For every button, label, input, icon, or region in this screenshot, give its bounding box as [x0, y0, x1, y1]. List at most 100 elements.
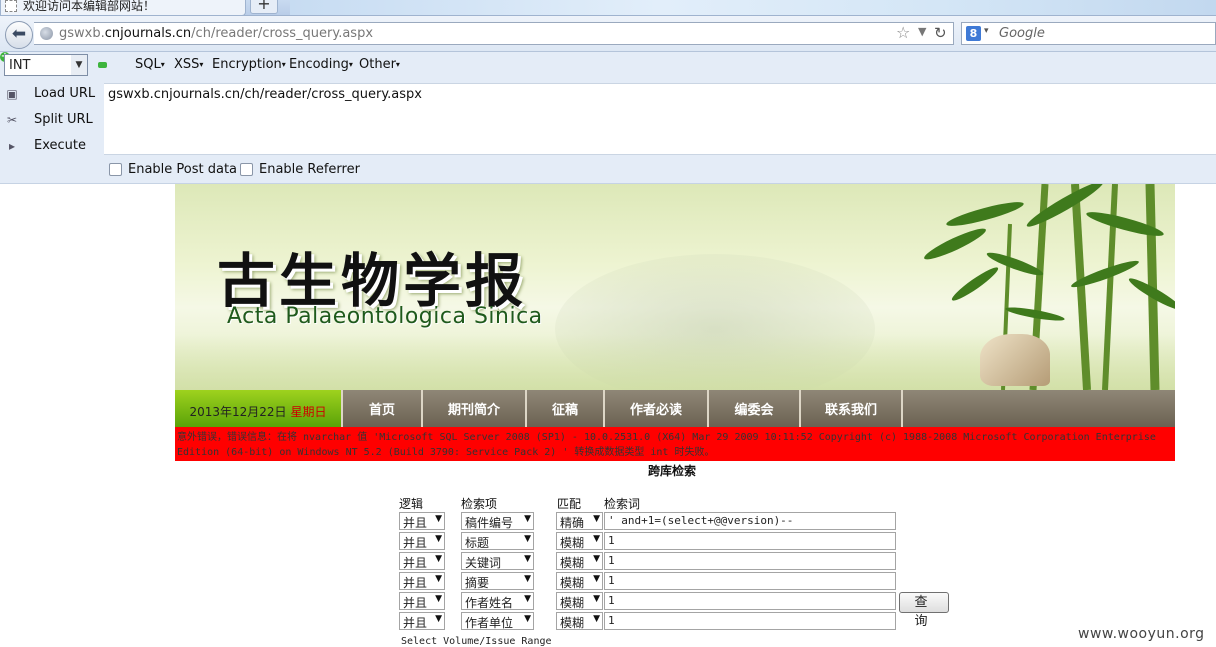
match-select[interactable]: 模糊 ▼ — [556, 592, 603, 610]
search-placeholder: Google — [999, 26, 1045, 41]
nav-editorial-board[interactable]: 编委会 — [707, 390, 799, 427]
search-term-input[interactable]: 1 — [604, 592, 896, 610]
chevron-down-icon: ▼ — [524, 594, 531, 604]
match-select[interactable]: 精确 ▼ — [556, 512, 603, 530]
match-select[interactable]: 模糊 ▼ — [556, 572, 603, 590]
match-select[interactable]: 模糊 ▼ — [556, 612, 603, 630]
menu-encoding[interactable]: Encoding▾ — [289, 57, 353, 72]
execute-button[interactable]: ▸ Execute — [0, 134, 104, 160]
globe-icon — [40, 27, 53, 40]
journal-title-en: Acta Palaeontologica Sinica — [227, 304, 543, 329]
site-navigation: 2013年12月22日 星期日 首页 期刊简介 征稿 作者必读 编委会 联系我们 — [175, 390, 1175, 427]
chevron-down-icon: ▼ — [593, 614, 600, 624]
chevron-down-icon: ▼ — [435, 594, 442, 604]
rock-illustration — [980, 334, 1050, 386]
chevron-down-icon: ▼ — [524, 554, 531, 564]
chevron-down-icon: ▼ — [435, 554, 442, 564]
search-term-input[interactable]: 1 — [604, 532, 896, 550]
chevron-down-icon: ▼ — [435, 534, 442, 544]
logic-select[interactable]: 并且 ▼ — [399, 512, 445, 530]
engine-dropdown-icon[interactable]: ▾ — [984, 26, 989, 36]
bookmark-star-icon[interactable]: ☆ — [896, 23, 910, 42]
field-select[interactable]: 关键词 ▼ — [461, 552, 534, 570]
chevron-down-icon: ▼ — [524, 514, 531, 524]
new-tab-button[interactable]: + — [250, 0, 278, 14]
tab-title: 欢迎访问本编辑部网站！ — [23, 0, 156, 13]
reload-icon[interactable]: ↻ — [934, 24, 947, 42]
nav-author-guide[interactable]: 作者必读 — [603, 390, 707, 427]
menu-other[interactable]: Other▾ — [359, 57, 400, 72]
url-textarea[interactable]: gswxb.cnjournals.cn/ch/reader/cross_quer… — [104, 83, 1216, 155]
logic-select[interactable]: 并且 ▼ — [399, 592, 445, 610]
nav-submission[interactable]: 征稿 — [525, 390, 603, 427]
nav-home[interactable]: 首页 — [341, 390, 421, 427]
chevron-down-icon: ▼ — [593, 574, 600, 584]
address-text: gswxb.cnjournals.cn/ch/reader/cross_quer… — [59, 26, 374, 41]
volume-range-label: Select Volume/Issue Range — [401, 636, 552, 647]
load-icon: ▣ — [6, 87, 18, 101]
search-term-input[interactable]: 1 — [604, 612, 896, 630]
theme-background — [290, 0, 1216, 15]
field-select[interactable]: 作者单位 ▼ — [461, 612, 534, 630]
chevron-down-icon: ▼ — [435, 514, 442, 524]
menu-xss[interactable]: XSS▾ — [174, 57, 203, 72]
enable-referrer-checkbox[interactable] — [240, 163, 253, 176]
scissors-icon: ✂ — [6, 113, 18, 127]
chevron-down-icon: ▼ — [524, 574, 531, 584]
chevron-down-icon: ▼ — [524, 534, 531, 544]
split-url-button[interactable]: ✂ Split URL — [0, 108, 104, 134]
nav-contact[interactable]: 联系我们 — [799, 390, 903, 427]
search-term-input[interactable]: 1 — [604, 552, 896, 570]
watermark: www.wooyun.org — [1078, 626, 1205, 642]
chevron-down-icon: ▼ — [593, 594, 600, 604]
hackbar-actions: ▣ Load URL ✂ Split URL ▸ Execute — [0, 82, 104, 160]
journal-banner: 古生物学报 Acta Palaeontologica Sinica — [175, 184, 1175, 390]
field-select[interactable]: 稿件编号 ▼ — [461, 512, 534, 530]
header-term: 检索词 — [604, 497, 641, 511]
search-term-input[interactable]: 1 — [604, 572, 896, 590]
header-field: 检索项 — [461, 497, 498, 511]
navigation-toolbar: ⬅ gswxb.cnjournals.cn/ch/reader/cross_qu… — [0, 16, 1216, 52]
chevron-down-icon: ▼ — [435, 614, 442, 624]
chevron-down-icon: ▼ — [71, 55, 87, 75]
chevron-down-icon: ▼ — [593, 554, 600, 564]
field-select[interactable]: 标题 ▼ — [461, 532, 534, 550]
date-display: 2013年12月22日 星期日 — [175, 390, 341, 427]
enable-referrer-label: Enable Referrer — [259, 162, 360, 177]
chevron-down-icon: ▼ — [524, 614, 531, 624]
search-engine-icon[interactable]: 8 — [966, 26, 981, 41]
back-button[interactable]: ⬅ — [5, 21, 33, 49]
tab-bar: 欢迎访问本编辑部网站！ + — [0, 0, 1216, 16]
load-url-button[interactable]: ▣ Load URL — [0, 82, 104, 108]
menu-sql[interactable]: SQL▾ — [135, 57, 165, 72]
history-dropdown-icon[interactable]: ▼ — [918, 25, 926, 38]
header-logic: 逻辑 — [399, 497, 424, 511]
menu-encryption[interactable]: Encryption▾ — [212, 57, 286, 72]
search-term-input[interactable]: ' and+1=(select+@@version)-- — [604, 512, 896, 530]
cross-search-title: 跨库检索 — [648, 464, 697, 478]
type-select[interactable]: INT ▼ — [4, 54, 88, 76]
header-match: 匹配 — [557, 497, 582, 511]
error-message: 意外错误，错误信息：在将 nvarchar 值 'Microsoft SQL S… — [175, 427, 1175, 461]
field-select[interactable]: 作者姓名 ▼ — [461, 592, 534, 610]
chevron-down-icon: ▼ — [593, 534, 600, 544]
chevron-down-icon: ▼ — [435, 574, 442, 584]
back-arrow-icon: ⬅ — [11, 24, 27, 44]
browser-tab[interactable]: 欢迎访问本编辑部网站！ — [0, 0, 246, 16]
field-select[interactable]: 摘要 ▼ — [461, 572, 534, 590]
logic-select[interactable]: 并且 ▼ — [399, 532, 445, 550]
enable-post-checkbox[interactable] — [109, 163, 122, 176]
play-icon: ▸ — [8, 139, 16, 153]
match-select[interactable]: 模糊 ▼ — [556, 532, 603, 550]
query-button[interactable]: 查 询 — [899, 592, 949, 629]
logic-select[interactable]: 并且 ▼ — [399, 612, 445, 630]
logic-select[interactable]: 并且 ▼ — [399, 552, 445, 570]
enable-post-label: Enable Post data — [128, 162, 238, 177]
nav-journal-intro[interactable]: 期刊简介 — [421, 390, 525, 427]
logic-select[interactable]: 并且 ▼ — [399, 572, 445, 590]
address-bar[interactable]: gswxb.cnjournals.cn/ch/reader/cross_quer… — [34, 22, 954, 45]
match-select[interactable]: 模糊 ▼ — [556, 552, 603, 570]
decrease-icon[interactable] — [98, 62, 107, 68]
chevron-down-icon: ▼ — [593, 514, 600, 524]
search-box[interactable]: 8 ▾ Google — [961, 22, 1216, 45]
